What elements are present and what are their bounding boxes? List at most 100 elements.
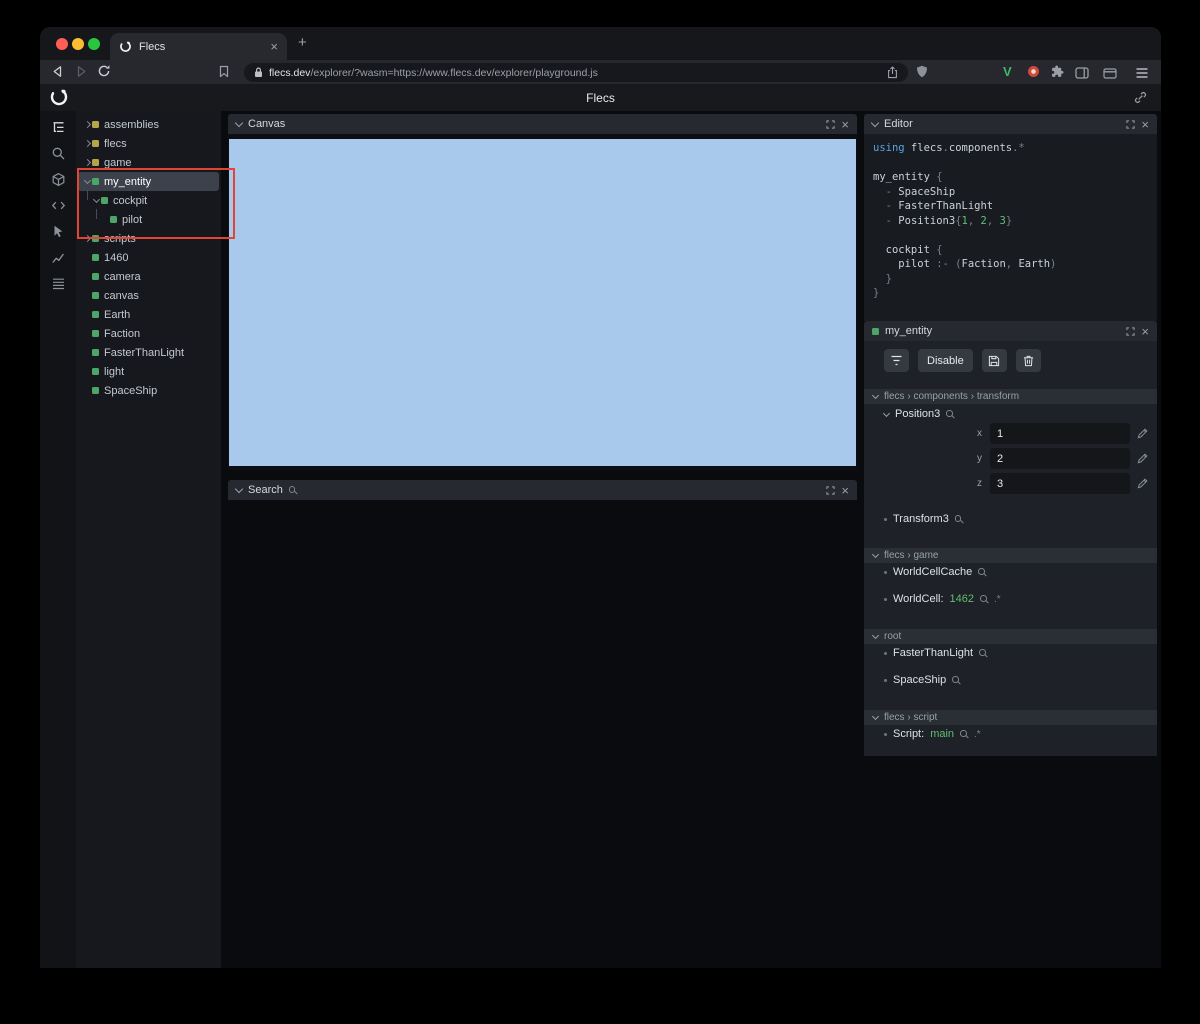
collapse-chevron-icon[interactable]	[870, 118, 880, 127]
back-button[interactable]	[50, 64, 65, 84]
tree-view-icon[interactable]	[51, 120, 66, 135]
chevron-right-icon[interactable]	[82, 139, 92, 148]
rows-view-icon[interactable]	[51, 276, 66, 291]
tree-item-flecs[interactable]: flecs	[78, 134, 219, 153]
side-panel-icon[interactable]	[1075, 66, 1089, 84]
entities-cube-icon[interactable]	[51, 172, 66, 187]
entity-icon	[92, 254, 99, 261]
wallet-icon[interactable]	[1103, 66, 1117, 84]
entity-icon	[92, 387, 99, 394]
new-tab-button[interactable]: +	[298, 35, 307, 50]
bullet-icon	[884, 597, 887, 601]
edit-pencil-icon[interactable]	[1137, 428, 1148, 439]
search-icon[interactable]	[954, 515, 963, 523]
tree-item-label: flecs	[104, 137, 127, 150]
component-script[interactable]: Script: main .*	[884, 727, 981, 741]
expand-icon[interactable]	[826, 485, 836, 495]
expand-icon[interactable]	[826, 119, 836, 129]
entity-icon	[92, 273, 99, 280]
edit-pencil-icon[interactable]	[1137, 478, 1148, 489]
x-value-input[interactable]: 1	[990, 423, 1130, 444]
search-icon[interactable]	[960, 730, 968, 738]
tree-item-light[interactable]: light	[78, 362, 219, 381]
tree-item-canvas[interactable]: canvas	[78, 286, 219, 305]
search-icon[interactable]	[952, 676, 960, 684]
canvas-panel-body	[228, 134, 857, 470]
section-header-script[interactable]: flecs › script	[864, 710, 1157, 725]
z-value-input[interactable]: 3	[990, 473, 1130, 494]
tree-item-label: assemblies	[104, 118, 160, 131]
extension-v-icon[interactable]: V	[1003, 65, 1012, 78]
close-icon[interactable]: ×	[841, 484, 849, 497]
minimize-window-button[interactable]	[72, 38, 84, 50]
menu-icon[interactable]	[1135, 66, 1149, 84]
component-spaceship[interactable]: SpaceShip	[884, 673, 960, 687]
close-icon[interactable]: ×	[1141, 325, 1149, 338]
search-icon[interactable]	[979, 649, 987, 657]
section-path: root	[884, 631, 902, 642]
address-bar[interactable]: flecs.dev/explorer/?wasm=https://www.fle…	[244, 63, 908, 82]
tab-close-icon[interactable]: ×	[270, 40, 278, 53]
component-position3[interactable]: Position3	[882, 407, 954, 421]
extensions-puzzle-icon[interactable]	[1051, 65, 1064, 83]
inspector-panel-header[interactable]: my_entity ×	[864, 321, 1157, 341]
zoom-window-button[interactable]	[88, 38, 100, 50]
stats-chart-icon[interactable]	[51, 250, 66, 265]
edit-pencil-icon[interactable]	[1137, 453, 1148, 464]
tree-item-1460[interactable]: 1460	[78, 248, 219, 267]
search-panel-header[interactable]: Search ×	[228, 480, 857, 500]
tree-item-earth[interactable]: Earth	[78, 305, 219, 324]
collapse-chevron-icon[interactable]	[234, 118, 244, 127]
close-icon[interactable]: ×	[1141, 118, 1149, 131]
tree-item-fasterthanlight[interactable]: FasterThanLight	[78, 343, 219, 362]
shield-icon[interactable]	[916, 65, 928, 83]
forward-button[interactable]	[74, 64, 89, 84]
tree-item-label: game	[104, 156, 132, 169]
search-icon[interactable]	[946, 410, 954, 418]
expand-icon[interactable]	[1126, 326, 1136, 336]
search-icon[interactable]	[978, 568, 986, 576]
editor-panel-header[interactable]: Editor ×	[864, 114, 1157, 134]
render-canvas[interactable]	[229, 139, 856, 466]
code-view-icon[interactable]	[51, 198, 66, 213]
search-view-icon[interactable]	[51, 146, 66, 161]
chevron-down-icon	[871, 631, 880, 640]
close-window-button[interactable]	[56, 38, 68, 50]
collapse-chevron-icon[interactable]	[234, 484, 244, 493]
editor-code[interactable]: using flecs.components.* my_entity { - S…	[864, 134, 1157, 321]
close-icon[interactable]: ×	[841, 118, 849, 131]
field-row-y: y 2	[864, 448, 1157, 469]
chevron-right-icon[interactable]	[82, 120, 92, 129]
delete-button[interactable]	[1015, 349, 1041, 372]
browser-tab[interactable]: Flecs ×	[110, 33, 287, 60]
component-transform3[interactable]: Transform3	[884, 512, 963, 526]
reload-button[interactable]	[97, 64, 111, 83]
canvas-panel-header[interactable]: Canvas ×	[228, 114, 857, 134]
tree-item-camera[interactable]: camera	[78, 267, 219, 286]
extension-red-icon[interactable]	[1027, 65, 1040, 83]
field-row-z: z 3	[864, 473, 1157, 494]
app-sidebar	[40, 111, 76, 968]
save-button[interactable]	[981, 349, 1007, 372]
tree-item-faction[interactable]: Faction	[78, 324, 219, 343]
link-icon[interactable]	[1134, 91, 1147, 109]
inspect-cursor-icon[interactable]	[51, 224, 66, 239]
expand-icon[interactable]	[1126, 119, 1136, 129]
component-worldcell[interactable]: WorldCell: 1462 .*	[884, 592, 1001, 606]
component-name: SpaceShip	[893, 674, 947, 686]
bookmark-icon[interactable]	[218, 65, 230, 83]
component-worldcellcache[interactable]: WorldCellCache	[884, 565, 986, 579]
section-header-transform[interactable]: flecs › components › transform	[864, 389, 1157, 404]
section-header-root[interactable]: root	[864, 629, 1157, 644]
disable-button[interactable]: Disable	[918, 349, 973, 372]
component-name: Script:	[893, 728, 925, 740]
search-icon[interactable]	[980, 595, 988, 603]
component-fasterthanlight[interactable]: FasterThanLight	[884, 646, 987, 660]
share-icon[interactable]	[887, 66, 898, 79]
section-header-game[interactable]: flecs › game	[864, 548, 1157, 563]
tree-item-spaceship[interactable]: SpaceShip	[78, 381, 219, 400]
chevron-right-icon[interactable]	[82, 158, 92, 167]
filter-button[interactable]	[884, 349, 909, 372]
tree-item-assemblies[interactable]: assemblies	[78, 115, 219, 134]
y-value-input[interactable]: 2	[990, 448, 1130, 469]
